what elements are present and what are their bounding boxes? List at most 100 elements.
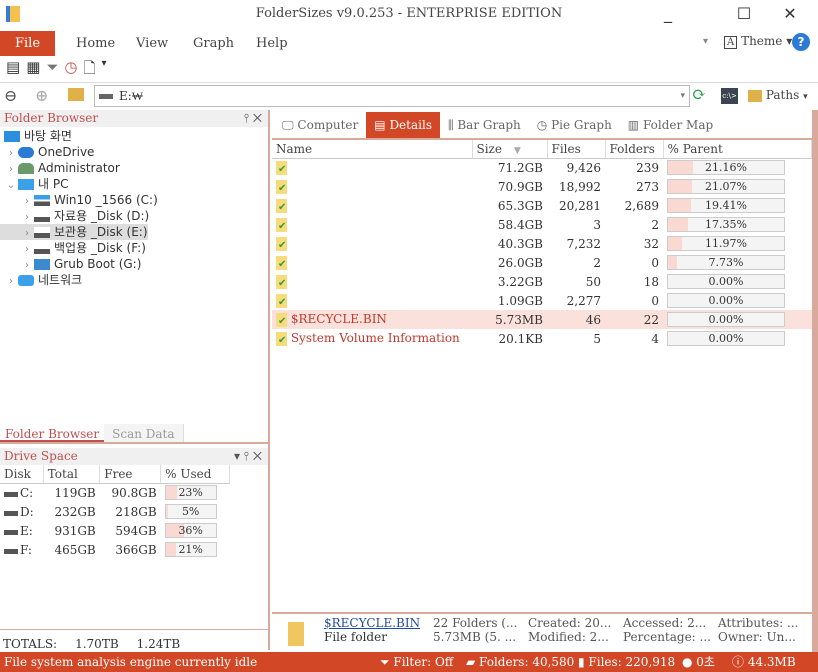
col-name[interactable]: Name — [272, 140, 473, 159]
table-row[interactable]: System Volume Information 20.1KB 5 4 0.00% — [272, 329, 812, 348]
used-bar: 5% — [164, 504, 217, 519]
chevron-right-icon[interactable]: › — [4, 274, 18, 290]
info-attributes: Attributes: ... — [718, 616, 799, 630]
col-disk[interactable]: Disk — [0, 465, 44, 484]
folder-check-icon — [276, 198, 287, 213]
col-size[interactable]: Size ▼ — [472, 140, 548, 159]
table-row[interactable]: 26.0GB 2 0 7.73% — [272, 253, 812, 272]
table-row[interactable]: 65.3GB 20,281 2,689 19.41% — [272, 196, 812, 215]
drive-row[interactable]: D: 232GB 218GB 5% — [0, 502, 230, 521]
tab-folder-browser[interactable]: Folder Browser — [0, 424, 105, 442]
parent-folder-icon[interactable] — [68, 88, 84, 101]
forward-icon[interactable]: ⊕ — [35, 86, 48, 105]
col-free[interactable]: Free — [99, 465, 162, 484]
disk-total: 232GB — [54, 504, 96, 519]
search-file-icon[interactable]: 🗋 — [83, 58, 95, 80]
tree-item[interactable]: › Grub Boot (G:) — [0, 256, 268, 272]
tree-item[interactable]: ⌄ 내 PC — [0, 176, 268, 192]
row-folders: 0 — [651, 255, 659, 270]
menu-view[interactable]: View — [136, 36, 168, 51]
folder-browser-title: Folder Browser — [4, 111, 99, 125]
col-parent[interactable]: % Parent — [663, 140, 812, 159]
pin-close-icons[interactable]: ▾ ⫯ ✕ — [234, 448, 268, 465]
tab-computer[interactable]: 🖵 Computer — [274, 112, 366, 138]
info-name[interactable]: $RECYCLE.BIN — [324, 616, 420, 630]
menu-graph[interactable]: Graph — [193, 36, 234, 51]
drive-icon — [34, 243, 50, 254]
report-icon[interactable]: ▤ — [6, 58, 20, 80]
folder-check-icon — [276, 217, 287, 232]
chevron-down-icon[interactable]: ⌄ — [4, 178, 18, 194]
maximize-button[interactable]: ☐ — [724, 4, 764, 26]
table-row[interactable]: 71.2GB 9,426 239 21.16% — [272, 158, 812, 177]
row-folders: 2 — [651, 217, 659, 232]
computer-icon: 🖵 — [282, 118, 294, 132]
tree-item[interactable]: › Administrator — [0, 160, 268, 176]
folder-tree: 바탕 화면 › OneDrive › Administrator ⌄ 내 PC › Win10 … — [0, 127, 268, 288]
network-icon — [18, 275, 34, 286]
address-input[interactable]: E:₩ ▾ — [94, 85, 690, 107]
tree-item[interactable]: › 네트워크 — [0, 272, 268, 288]
col-total[interactable]: Total — [43, 465, 101, 484]
drive-row[interactable]: E: 931GB 594GB 36% — [0, 521, 230, 540]
drive-row[interactable]: F: 465GB 366GB 21% — [0, 540, 230, 559]
col-files[interactable]: Files — [547, 140, 606, 159]
file-menu[interactable]: File — [0, 31, 55, 56]
row-name: System Volume Information — [290, 331, 460, 346]
table-row[interactable]: 70.9GB 18,992 273 21.07% — [272, 177, 812, 196]
close-button[interactable]: ✕ — [770, 4, 810, 26]
tab-folder-map[interactable]: ▥ Folder Map — [620, 112, 721, 138]
minimize-button[interactable]: _ — [648, 4, 688, 26]
left-tabs: Folder Browser Scan Data — [0, 424, 268, 444]
menu-home[interactable]: Home — [76, 36, 115, 51]
back-icon[interactable]: ⊖ — [4, 86, 17, 105]
toolbar-dropdown-icon[interactable]: ▾ — [102, 58, 107, 80]
menu-help[interactable]: Help — [256, 36, 288, 51]
folders-status: ▰ Folders: 40,580 — [466, 655, 575, 669]
theme-button[interactable]: A Theme ▾ — [724, 34, 792, 49]
ribbon-collapse-icon[interactable]: ▾ — [703, 36, 708, 47]
tree-item[interactable]: › 백업용 _Disk (F:) — [0, 240, 268, 256]
pin-close-icons[interactable]: ⫯ ✕ — [244, 110, 268, 127]
help-icon[interactable]: ? — [792, 33, 810, 51]
row-folders: 22 — [643, 312, 659, 327]
tree-item[interactable]: › Win10 _1566 (C:) — [0, 192, 268, 208]
folder-check-icon — [276, 293, 287, 308]
tab-scan-data[interactable]: Scan Data — [104, 424, 184, 442]
scan-icon[interactable]: ▦ — [26, 58, 40, 80]
drive-row[interactable]: C: 119GB 90.8GB 23% — [0, 483, 230, 502]
row-files: 5 — [593, 331, 601, 346]
row-files: 20,281 — [559, 198, 601, 213]
paths-button[interactable]: Paths ▾ — [748, 88, 808, 102]
row-files: 50 — [585, 274, 601, 289]
clock-icon[interactable]: ◷ — [64, 58, 77, 80]
tree-item[interactable]: › 자료용 _Disk (D:) — [0, 208, 268, 224]
col-folders[interactable]: Folders — [605, 140, 664, 159]
command-prompt-icon[interactable]: c:\> — [721, 88, 738, 104]
dropdown-icon[interactable]: ▾ — [680, 86, 685, 106]
tab-bar-graph[interactable]: ⫼ Bar Graph — [440, 112, 529, 138]
table-row[interactable]: 58.4GB 3 2 17.35% — [272, 215, 812, 234]
parent-bar: 21.16% — [667, 160, 785, 176]
disk-free: 218GB — [115, 504, 157, 519]
col-used[interactable]: % Used — [160, 465, 230, 484]
tree-item[interactable]: › 보관용 _Disk (E:) — [0, 224, 148, 240]
tree-item[interactable]: 바탕 화면 — [0, 128, 268, 144]
table-row[interactable]: $RECYCLE.BIN 5.73MB 46 22 0.00% — [272, 310, 812, 329]
filter-status[interactable]: ⏷ Filter: Off — [380, 652, 453, 672]
info-percentage: Percentage: ... — [623, 630, 711, 644]
filter-icon[interactable]: ⏷ — [46, 58, 58, 80]
tree-item[interactable]: › OneDrive — [0, 144, 268, 160]
table-row[interactable]: 1.09GB 2,277 0 0.00% — [272, 291, 812, 310]
parent-bar: 0.00% — [667, 331, 785, 346]
table-row[interactable]: 40.3GB 7,232 32 11.97% — [272, 234, 812, 253]
row-folders: 2,689 — [624, 198, 659, 213]
refresh-icon[interactable]: ⟳ — [692, 85, 706, 105]
parent-bar: 0.00% — [667, 312, 785, 327]
tab-details[interactable]: ▤ Details — [366, 112, 440, 138]
row-folders: 273 — [636, 179, 659, 194]
table-row[interactable]: 3.22GB 50 18 0.00% — [272, 272, 812, 291]
window-edge — [812, 110, 818, 652]
tab-pie-graph[interactable]: ◷ Pie Graph — [529, 112, 620, 138]
row-files: 9,426 — [566, 160, 601, 175]
